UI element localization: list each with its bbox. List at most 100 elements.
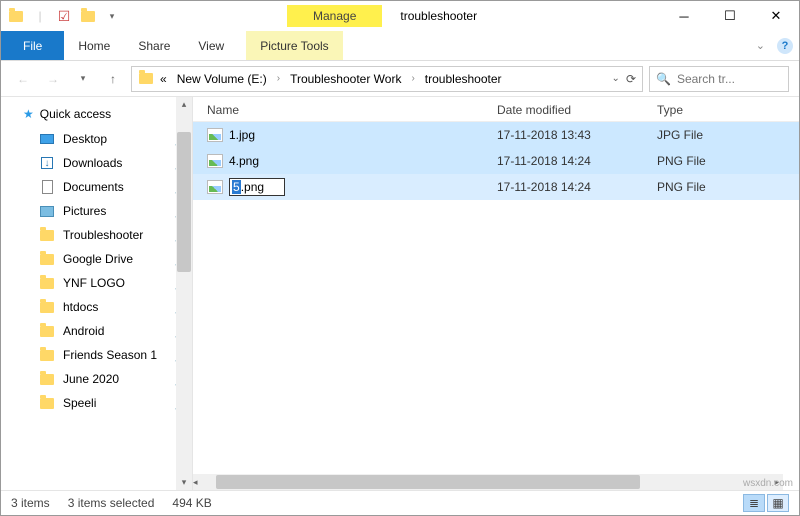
file-row[interactable]: 1.jpg 17-11-2018 13:43 JPG File [193,122,799,148]
status-count: 3 items [11,496,50,510]
sidebar-item-htdocs[interactable]: htdocs📌 [1,295,192,319]
watermark: wsxdn.com [743,478,793,489]
sidebar-item-label: Desktop [63,132,107,146]
scroll-thumb[interactable] [177,132,191,272]
file-name: 1.jpg [229,128,255,142]
address-dropdown-icon[interactable]: ⌄ [612,73,620,84]
breadcrumb-1[interactable]: Troubleshooter Work [286,70,405,88]
status-selected: 3 items selected [68,496,155,510]
sidebar-item-speeli[interactable]: Speeli📌 [1,391,192,415]
sidebar-item-label: Troubleshooter [63,228,143,242]
sidebar-item-troubleshooter[interactable]: Troubleshooter📌 [1,223,192,247]
folder-icon [39,323,55,339]
qat-dropdown-icon[interactable]: ▾ [101,5,123,27]
sidebar-item-label: Documents [63,180,124,194]
sidebar-item-ynf-logo[interactable]: YNF LOGO📌 [1,271,192,295]
maximize-button[interactable]: ☐ [707,1,753,31]
file-date: 17-11-2018 14:24 [497,180,657,194]
scroll-down-icon[interactable]: ▾ [182,475,187,490]
col-name[interactable]: Name [207,103,497,117]
file-name: 4.png [229,154,259,168]
sidebar-item-june2020[interactable]: June 2020📌 [1,367,192,391]
sidebar-quick-access[interactable]: ★ Quick access [1,105,192,127]
star-icon: ★ [23,107,34,121]
folder-open-icon[interactable] [77,5,99,27]
sidebar-item-label: Downloads [63,156,122,170]
col-date[interactable]: Date modified [497,103,657,117]
ribbon: File Home Share View Picture Tools ⌄ ? [1,31,799,61]
recent-dropdown-icon[interactable]: ▾ [71,67,95,91]
quick-access-label: Quick access [40,107,111,121]
breadcrumb-0[interactable]: New Volume (E:) [173,70,271,88]
tab-file[interactable]: File [1,31,64,60]
details-icon: ≣ [749,496,759,510]
rename-input[interactable]: 5.png [229,178,285,196]
view-large-button[interactable]: ▦ [767,494,789,512]
image-icon [207,180,223,194]
folder-icon [5,5,27,27]
sidebar-item-label: Google Drive [63,252,133,266]
rename-selected-text: 5 [232,180,241,194]
up-button[interactable]: ↑ [101,67,125,91]
document-icon [39,179,55,195]
chevron-right-icon[interactable]: › [273,71,284,86]
sidebar: ★ Quick access Desktop📌 ↓Downloads📌 Docu… [1,97,193,490]
horizontal-scrollbar[interactable]: ◂ ▸ [193,474,783,490]
folder-icon [39,227,55,243]
sidebar-item-documents[interactable]: Documents📌 [1,175,192,199]
tab-home[interactable]: Home [64,31,124,60]
folder-icon [39,347,55,363]
tab-picture-tools[interactable]: Picture Tools [246,31,342,60]
sidebar-item-label: Pictures [63,204,106,218]
breadcrumb-bar[interactable]: « New Volume (E:) › Troubleshooter Work … [131,66,643,92]
grid-icon: ▦ [772,496,783,510]
scroll-thumb[interactable] [216,475,641,489]
sidebar-item-friends[interactable]: Friends Season 1📌 [1,343,192,367]
chevron-right-icon[interactable]: › [407,71,418,86]
search-placeholder: Search tr... [677,72,735,86]
search-icon: 🔍 [656,72,671,86]
sidebar-scrollbar[interactable]: ▴ ▾ [176,97,192,490]
sidebar-item-label: Speeli [63,396,96,410]
ribbon-collapse-icon[interactable]: ⌄ [756,39,765,52]
folder-icon [39,395,55,411]
refresh-icon[interactable]: ⟳ [626,72,636,86]
image-icon [207,128,223,142]
folder-icon [39,299,55,315]
file-type: JPG File [657,128,777,142]
view-details-button[interactable]: ≣ [743,494,765,512]
folder-icon [39,371,55,387]
breadcrumb-prefix: « [156,70,171,88]
context-tab-manage[interactable]: Manage [287,5,382,27]
file-date: 17-11-2018 13:43 [497,128,657,142]
titlebar: | ☑ ▾ Manage troubleshooter ─ ☐ ✕ [1,1,799,31]
forward-button[interactable]: → [41,67,65,91]
tab-share[interactable]: Share [124,31,184,60]
sidebar-item-label: June 2020 [63,372,119,386]
sidebar-item-label: YNF LOGO [63,276,125,290]
picture-icon [39,203,55,219]
sidebar-item-google-drive[interactable]: Google Drive📌 [1,247,192,271]
close-button[interactable]: ✕ [753,1,799,31]
file-row-renaming[interactable]: 5.png 17-11-2018 14:24 PNG File [193,174,799,200]
scroll-up-icon[interactable]: ▴ [182,97,187,112]
sidebar-item-pictures[interactable]: Pictures📌 [1,199,192,223]
scroll-left-icon[interactable]: ◂ [193,475,198,490]
file-row[interactable]: 4.png 17-11-2018 14:24 PNG File [193,148,799,174]
search-input[interactable]: 🔍 Search tr... [649,66,789,92]
breadcrumb-2[interactable]: troubleshooter [421,70,506,88]
image-icon [207,154,223,168]
checkbox-icon[interactable]: ☑ [53,5,75,27]
sidebar-item-android[interactable]: Android📌 [1,319,192,343]
sidebar-item-desktop[interactable]: Desktop📌 [1,127,192,151]
help-icon[interactable]: ? [777,38,793,54]
minimize-button[interactable]: ─ [661,1,707,31]
desktop-icon [39,131,55,147]
col-type[interactable]: Type [657,103,777,117]
status-bar: 3 items 3 items selected 494 KB ≣ ▦ [1,491,799,515]
file-date: 17-11-2018 14:24 [497,154,657,168]
back-button[interactable]: ← [11,67,35,91]
column-headers[interactable]: Name Date modified Type [193,97,799,122]
sidebar-item-downloads[interactable]: ↓Downloads📌 [1,151,192,175]
tab-view[interactable]: View [184,31,238,60]
